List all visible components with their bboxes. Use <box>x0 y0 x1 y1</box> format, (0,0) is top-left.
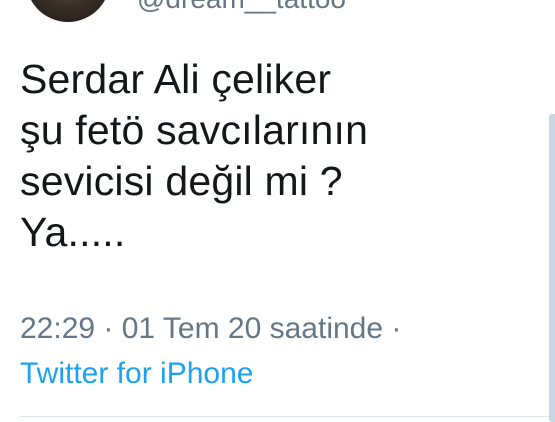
scrollbar[interactable] <box>549 114 555 422</box>
tweet-timestamp[interactable]: 22:29 · 01 Tem 20 saatinde · <box>20 311 401 347</box>
tweet-text: Serdar Ali çeliker şu fetö savcılarının … <box>20 54 500 258</box>
tweet-detail: @dream__tattoo Serdar Ali çeliker şu fet… <box>0 0 555 422</box>
tweet-text-line: şu fetö savcılarının <box>20 107 369 153</box>
user-handle[interactable]: @dream__tattoo <box>137 0 346 16</box>
tweet-text-line: Ya..... <box>20 209 126 255</box>
tweet-source-link[interactable]: Twitter for iPhone <box>20 356 253 392</box>
tweet-text-line: Serdar Ali çeliker <box>20 56 332 102</box>
divider <box>20 416 555 417</box>
avatar[interactable] <box>26 0 110 22</box>
tweet-text-line: sevicisi değil mi ? <box>20 158 343 204</box>
